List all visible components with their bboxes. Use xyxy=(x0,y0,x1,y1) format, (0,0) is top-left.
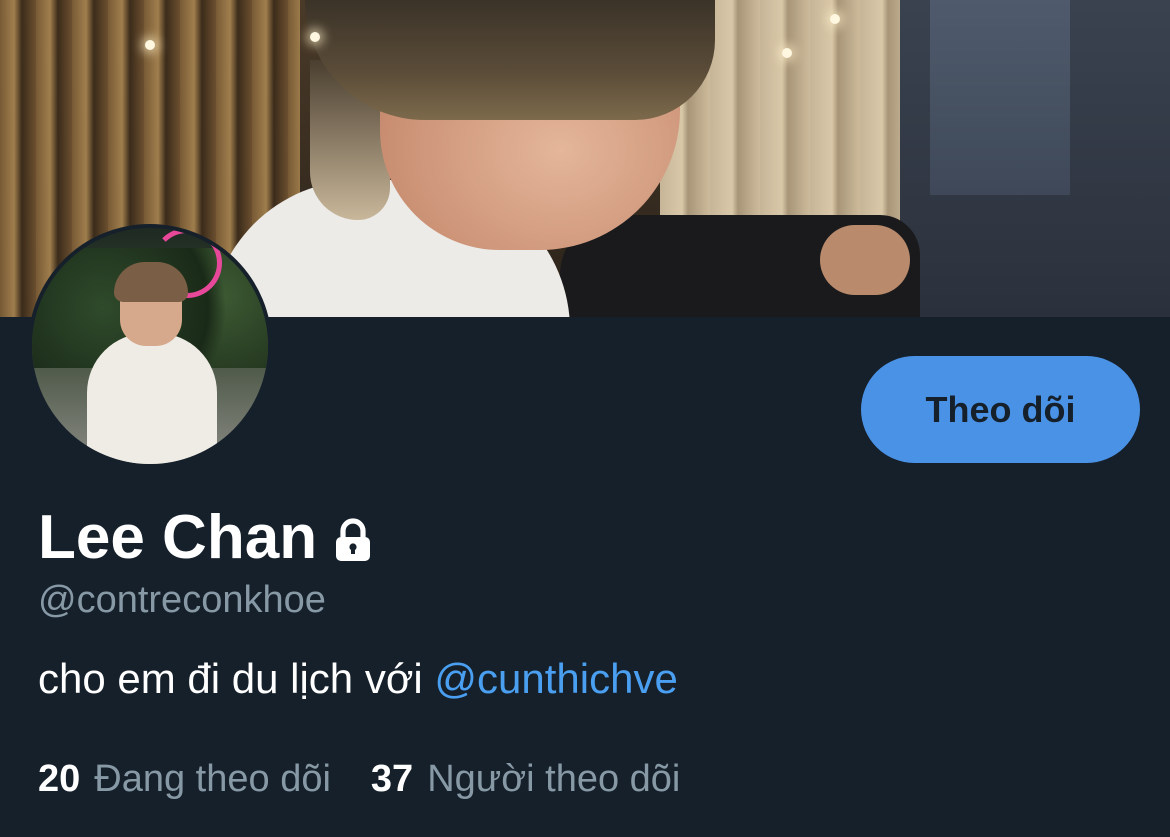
display-name-row: Lee Chan xyxy=(38,503,377,573)
follow-stats: 20 Đang theo dõi 37 Người theo dõi xyxy=(38,756,720,802)
lock-icon xyxy=(336,518,371,561)
bio-text: cho em đi du lịch với xyxy=(38,655,435,702)
followers-label: Người theo dõi xyxy=(427,758,681,800)
follow-button[interactable]: Theo dõi xyxy=(861,356,1140,463)
followers-count: 37 xyxy=(370,758,414,800)
display-name: Lee Chan xyxy=(38,503,318,572)
following-label: Đang theo dõi xyxy=(94,758,331,800)
username-handle: @contreconkhoe xyxy=(38,579,326,621)
following-stat[interactable]: 20 Đang theo dõi xyxy=(38,756,331,802)
profile-page: Theo dõi Lee Chan @contreconkhoe cho em … xyxy=(0,0,1170,837)
bio-mention-link[interactable]: @cunthichve xyxy=(434,655,677,702)
followers-stat[interactable]: 37 Người theo dõi xyxy=(371,756,680,802)
following-count: 20 xyxy=(38,758,81,800)
bio: cho em đi du lịch với @cunthichve xyxy=(38,655,678,703)
avatar-image xyxy=(32,228,268,464)
avatar[interactable] xyxy=(28,224,272,468)
